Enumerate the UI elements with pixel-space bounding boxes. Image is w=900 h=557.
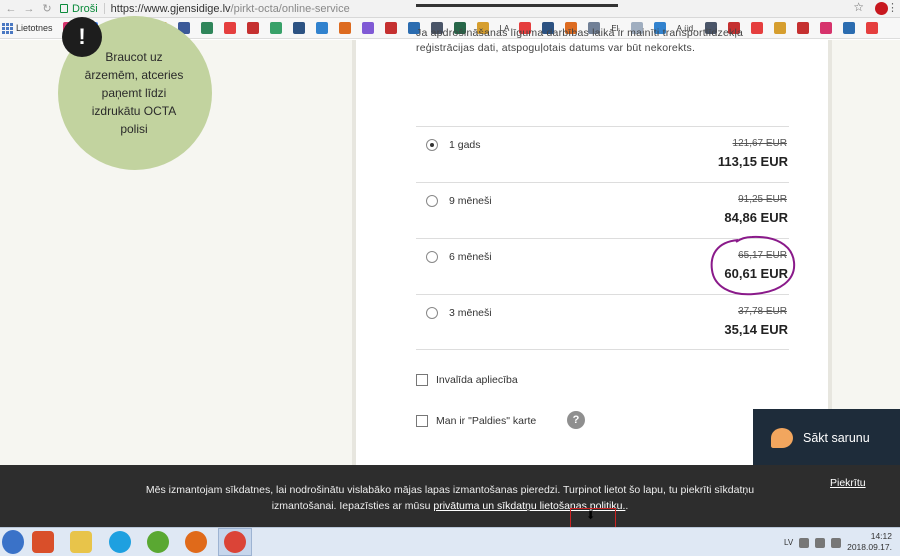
old-price: 121,67 EUR <box>732 138 787 149</box>
chat-label: Sākt sarunu <box>803 430 870 445</box>
bookmark-icon[interactable] <box>843 22 856 34</box>
cookie-text-end: . <box>625 500 629 512</box>
divider <box>103 3 105 14</box>
section-divider <box>416 4 618 7</box>
option-label: 9 mēneši <box>449 195 492 207</box>
apps-grid-icon[interactable] <box>2 23 13 34</box>
bookmark-icon[interactable] <box>269 22 282 34</box>
accept-cookies-link[interactable]: Piekrītu <box>830 477 866 489</box>
menu-icon[interactable]: ⋮ <box>887 1 898 14</box>
radio-button[interactable] <box>426 139 438 151</box>
bookmark-apps[interactable]: Lietotnes <box>16 23 53 33</box>
disability-checkbox[interactable] <box>416 374 428 386</box>
chat-bubble-icon <box>771 427 793 448</box>
bookmark-star-icon[interactable]: ☆ <box>853 0 864 14</box>
disability-checkbox-label[interactable]: Invalīda apliecība <box>436 374 518 386</box>
bookmark-icon[interactable] <box>338 22 351 34</box>
flag-icon[interactable] <box>799 537 810 548</box>
period-option-1-year[interactable]: 1 gads 121,67 EUR 113,15 EUR <box>416 126 789 182</box>
price: 84,86 EUR <box>724 210 788 225</box>
back-icon[interactable]: ← <box>4 2 18 16</box>
url-path: /pirkt-octa/online-service <box>230 2 350 15</box>
period-option-9-months[interactable]: 9 mēneši 91,25 EUR 84,86 EUR <box>416 182 789 238</box>
old-price: 37,78 EUR <box>738 306 787 317</box>
bookmark-icon[interactable] <box>292 22 305 34</box>
option-label: 6 mēneši <box>449 251 492 263</box>
bookmark-icon[interactable] <box>200 22 213 34</box>
language-indicator[interactable]: LV <box>784 538 793 547</box>
firefox-icon[interactable] <box>185 531 207 553</box>
bookmark-icon[interactable] <box>361 22 374 34</box>
old-price: 91,25 EUR <box>738 194 787 205</box>
help-icon[interactable]: ? <box>567 411 585 429</box>
clock-time: 14:12 <box>870 531 892 541</box>
price: 35,14 EUR <box>724 322 788 337</box>
secure-label: Droši <box>72 2 98 15</box>
option-label: 3 mēneši <box>449 307 492 319</box>
paldies-card-checkbox-label[interactable]: Man ir "Paldies" karte <box>436 415 536 427</box>
bookmark-icon[interactable] <box>866 22 879 34</box>
cookie-text: Mēs izmantojam sīkdatnes, lai nodrošināt… <box>130 482 770 514</box>
arrow-down-icon: ⬇ <box>586 510 596 522</box>
radio-button[interactable] <box>426 251 438 263</box>
folder-icon[interactable] <box>70 531 92 553</box>
notice-text: Braucot uz ārzemēm, atceries paņemt līdz… <box>84 50 184 136</box>
start-button-icon[interactable] <box>2 530 24 554</box>
bookmark-icon[interactable] <box>223 22 236 34</box>
torrent-icon[interactable] <box>147 531 169 553</box>
bookmark-icon[interactable] <box>820 22 833 34</box>
radio-button[interactable] <box>426 307 438 319</box>
taskbar: LV 14:12 2018.09.17. <box>0 527 900 556</box>
cookie-banner: Mēs izmantojam sīkdatnes, lai nodrošināt… <box>0 465 900 527</box>
bookmark-icon[interactable] <box>315 22 328 34</box>
forward-icon[interactable]: → <box>22 2 36 16</box>
volume-icon[interactable] <box>831 537 842 548</box>
chrome-icon[interactable] <box>224 531 246 553</box>
url-host: https://www.gjensidige.lv <box>110 2 231 15</box>
app-icon[interactable] <box>32 531 54 553</box>
annotation-circle <box>710 235 796 296</box>
bookmark-icon[interactable] <box>246 22 259 34</box>
reload-icon[interactable]: ↻ <box>40 2 54 16</box>
bookmark-icon[interactable] <box>797 22 810 34</box>
clock[interactable]: 14:12 2018.09.17. <box>847 531 892 553</box>
paldies-card-checkbox[interactable] <box>416 415 428 427</box>
clock-date: 2018.09.17. <box>847 542 892 552</box>
lock-icon <box>60 4 68 13</box>
period-option-3-months[interactable]: 3 mēneši 37,78 EUR 35,14 EUR <box>416 294 789 350</box>
skype-icon[interactable] <box>109 531 131 553</box>
bookmark-icon[interactable] <box>384 22 397 34</box>
start-chat-button[interactable]: Sākt sarunu <box>753 409 900 466</box>
price: 113,15 EUR <box>717 154 788 169</box>
network-icon[interactable] <box>815 537 826 548</box>
url-field[interactable]: https://www.gjensidige.lv/pirkt-octa/onl… <box>111 3 350 15</box>
disclaimer-text: Ja apdrošināšanas līguma darbības laikā … <box>416 27 744 54</box>
option-label: 1 gads <box>449 139 481 151</box>
radio-button[interactable] <box>426 195 438 207</box>
